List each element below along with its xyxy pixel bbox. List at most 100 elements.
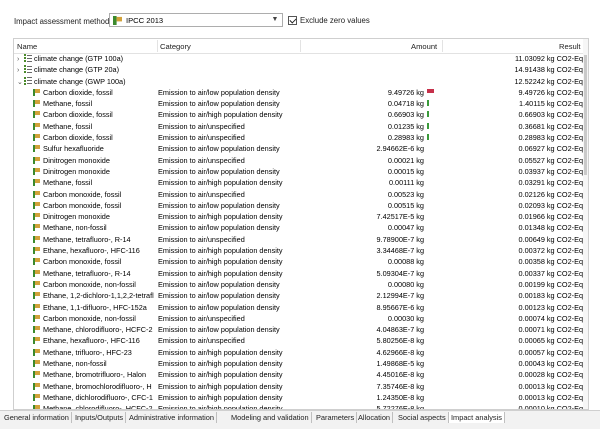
chevron-down-icon[interactable]: ▼ [270,15,280,25]
impact-category-row[interactable]: › climate change (GTP 20a) 14.91438 kg CO2… [14,64,588,75]
table-row[interactable]: Sulfur hexafluoride Emission to air/low p… [14,143,588,154]
name-cell: Methane, non-fossil [14,359,176,369]
result-cell: 0.03291 kg CO2-Eq [518,178,584,188]
table-row[interactable]: Dinitrogen monoxide Emission to air/low p… [14,166,588,177]
category-cell: Emission to air/high population density [158,257,283,267]
tab-modeling-and-validation[interactable]: Modeling and validation [229,412,312,423]
result-cell: 0.00358 kg CO2-Eq [518,257,584,267]
table-row[interactable]: Methane, dichlorodifluoro-, CFC-1 Emissio… [14,392,588,403]
result-cell: 11.03092 kg CO2-Eq [514,54,583,63]
tab-administrative-information[interactable]: Administrative information [127,412,218,423]
result-cell: 0.02126 kg CO2-Eq [518,189,584,199]
elementary-flow-icon [33,257,40,266]
col-name-header[interactable]: Name [17,42,37,51]
tab-impact-analysis[interactable]: Impact analysis [449,412,505,423]
amount-cell: 4.62966E-8 kg [376,347,424,357]
tab-inputs-outputs[interactable]: Inputs/Outputs [73,412,127,423]
table-row[interactable]: Dinitrogen monoxide Emission to air/unspe… [14,155,588,166]
table-row[interactable]: Dinitrogen monoxide Emission to air/high … [14,211,588,222]
table-row[interactable]: Methane, trifluoro-, HFC-23 Emission to a… [14,347,588,358]
scrollbar-thumb[interactable] [584,55,587,175]
amount-cell: 4.45016E-8 kg [376,370,424,380]
table-row[interactable]: Methane, tetrafluoro-, R-14 Emission to a… [14,234,588,245]
col-category-header[interactable]: Category [160,42,191,51]
table-row[interactable]: Carbon dioxide, fossil Emission to air/lo… [14,87,588,98]
result-cell: 0.00071 kg CO2-Eq [518,325,584,335]
contribution-bar [427,100,429,107]
table-row[interactable]: Carbon dioxide, fossil Emission to air/hi… [14,109,588,120]
col-result-header[interactable]: Result [559,42,581,51]
vertical-scrollbar[interactable] [583,39,588,409]
table-row[interactable]: Ethane, 1,2-dichloro-1,1,2,2-tetrafl Emis… [14,290,588,301]
category-cell: Emission to air/unspecified [158,121,245,131]
table-row[interactable]: Methane, non-fossil Emission to air/high … [14,358,588,369]
method-value: IPCC 2013 [126,16,164,25]
column-divider[interactable] [300,40,301,52]
amount-cell: 2.94662E-6 kg [376,144,424,154]
amount-cell: 5.09304E-7 kg [376,268,424,278]
amount-cell: 0.00021 kg [387,155,424,165]
exclude-zero-toggle[interactable]: Exclude zero values [288,14,370,26]
table-row[interactable]: Methane, chlorodifluoro-, HCFC-2 Emission… [14,403,588,409]
table-row[interactable]: Methane, fossil Emission to air/unspecifi… [14,121,588,132]
tab-social-aspects[interactable]: Social aspects [396,412,449,423]
table-row[interactable]: Methane, fossil Emission to air/low popul… [14,98,588,109]
name-text: Methane, dichlorodifluoro-, CFC-1 [43,392,153,402]
method-label: Impact assessment method [14,17,110,26]
elementary-flow-icon [33,99,40,108]
name-text: Methane, non-fossil [43,223,107,233]
category-cell: Emission to air/unspecified [158,133,245,143]
result-cell: 0.01348 kg CO2-Eq [518,223,584,233]
elementary-flow-icon [33,167,40,175]
table-row[interactable]: Ethane, hexafluoro-, HFC-116 Emission to … [14,245,588,256]
col-amount-header[interactable]: Amount [411,42,437,51]
elementary-flow-icon [33,178,40,187]
tab-parameters[interactable]: Parameters [314,412,358,423]
table-row[interactable]: Methane, non-fossil Emission to air/low p… [14,222,588,233]
table-row[interactable]: Carbon dioxide, fossil Emission to air/un… [14,132,588,143]
table-row[interactable]: Methane, bromotrifluoro-, Halon Emission … [14,369,588,380]
contribution-bar [427,88,434,93]
column-divider[interactable] [442,40,443,52]
elementary-flow-icon [33,291,40,300]
table-row[interactable]: Carbon monoxide, non-fossil Emission to a… [14,279,588,290]
category-cell: Emission to air/high population density [158,370,283,380]
name-cell: Methane, trifluoro-, HFC-23 [14,348,176,358]
name-cell: Ethane, hexafluoro-, HFC-116 [14,246,176,256]
table-row[interactable]: Carbon monoxide, non-fossil Emission to a… [14,313,588,324]
table-row[interactable]: Methane, bromochlorodifluoro-, H Emission… [14,381,588,392]
tab-allocation[interactable]: Allocation [356,412,394,423]
amount-cell: 0.66903 kg [387,110,424,120]
result-cell: 0.00123 kg CO2-Eq [518,302,584,312]
impact-table: Name Category Amount Result › climate cha… [13,38,589,410]
elementary-flow-icon [33,348,40,356]
impact-category-row[interactable]: › climate change (GTP 100a) 11.03092 kg CO… [14,53,588,64]
elementary-flow-icon [33,133,40,142]
table-row[interactable]: Ethane, 1,1-difluoro-, HFC-152a Emission … [14,302,588,313]
table-row[interactable]: Methane, chlorodifluoro-, HCFC-2 Emission… [14,324,588,335]
method-dropdown[interactable]: IPCC 2013 ▼ [109,13,283,27]
elementary-flow-icon [33,370,40,379]
checkbox-checked-icon[interactable] [288,15,297,25]
table-row[interactable]: Ethane, hexafluoro-, HFC-116 Emission to … [14,335,588,346]
amount-cell: 3.34468E-7 kg [376,246,424,256]
result-cell: 0.00028 kg CO2-Eq [518,370,584,380]
name-text: Carbon monoxide, non-fossil [43,313,136,323]
name-cell: Methane, bromochlorodifluoro-, H [14,382,176,392]
table-row[interactable]: Carbon monoxide, fossil Emission to air/u… [14,189,588,200]
category-cell: Emission to air/high population density [158,392,283,402]
method-toolbar: Impact assessment method IPCC 2013 ▼ Exc… [0,0,600,36]
table-row[interactable]: Methane, tetrafluoro-, R-14 Emission to a… [14,268,588,279]
amount-cell: 0.00047 kg [387,223,424,233]
tab-general-information[interactable]: General information [2,412,72,423]
table-row[interactable]: Carbon monoxide, fossil Emission to air/h… [14,256,588,267]
amount-cell: 1.24350E-8 kg [376,392,424,402]
table-row[interactable]: Methane, fossil Emission to air/high popu… [14,177,588,188]
column-divider[interactable] [157,40,158,52]
result-cell: 0.00199 kg CO2-Eq [518,279,584,289]
category-cell: Emission to air/unspecified [158,234,245,244]
table-row[interactable]: Carbon monoxide, fossil Emission to air/l… [14,200,588,211]
impact-category-row[interactable]: ⌄ climate change (GWP 100a) 12.52242 kg CO… [14,76,588,87]
name-text: Ethane, hexafluoro-, HFC-116 [43,336,140,346]
category-cell: Emission to air/high population density [158,347,283,357]
